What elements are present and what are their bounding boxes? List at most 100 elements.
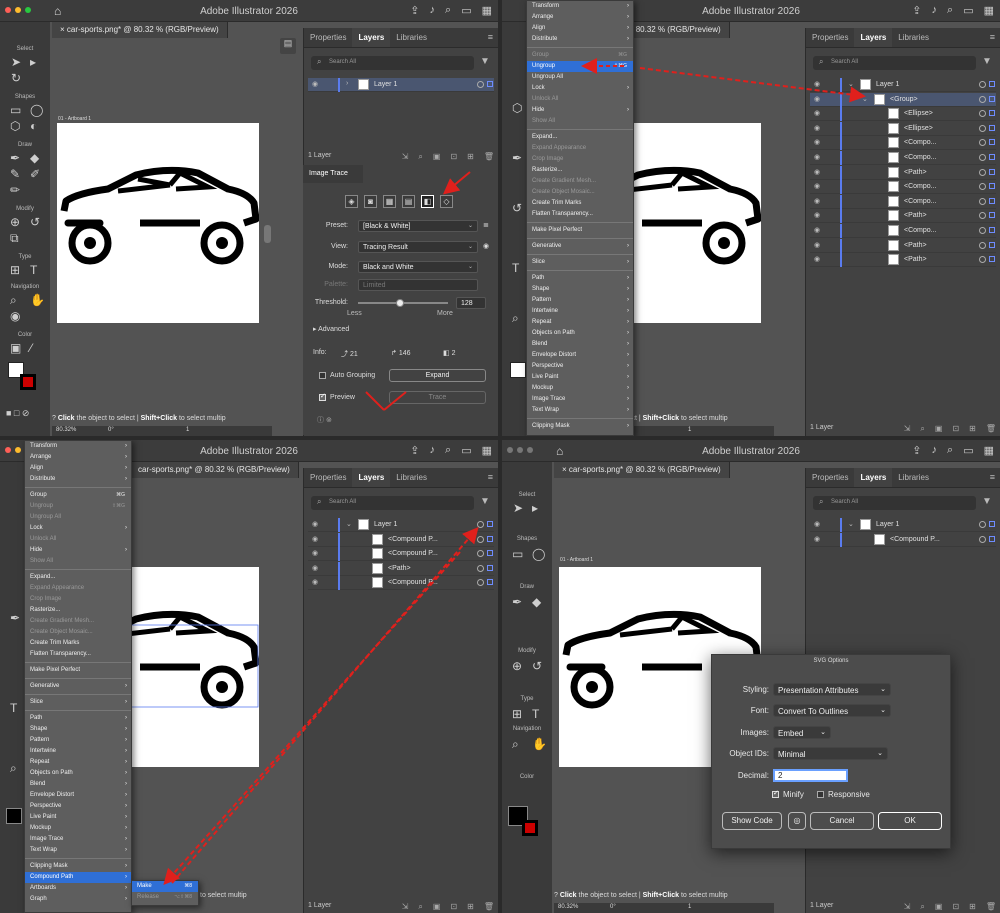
target-icon[interactable] bbox=[979, 256, 986, 264]
object-ids-dropdown[interactable]: Minimal ⌄ bbox=[773, 747, 888, 760]
chevron-down-icon[interactable]: ⌄ bbox=[862, 95, 868, 103]
brush-tool-icon[interactable]: ✐ bbox=[30, 168, 40, 180]
page-number[interactable]: 1 bbox=[186, 427, 189, 433]
eye-icon[interactable]: ◉ bbox=[814, 168, 820, 176]
grid-icon[interactable]: ▦ bbox=[984, 444, 994, 457]
sublayer-row[interactable]: ◉ <Path> bbox=[810, 165, 996, 180]
eraser-tool-icon[interactable]: ◆ bbox=[30, 152, 39, 164]
auto-color-icon[interactable]: ◈ bbox=[345, 195, 358, 208]
sublayer-row[interactable]: ◉ <Compo... bbox=[810, 151, 996, 165]
menu-item-text-wrap[interactable]: Text Wrap › bbox=[527, 405, 633, 416]
threshold-knob[interactable] bbox=[396, 299, 404, 307]
tab-close-icon[interactable]: × bbox=[562, 465, 569, 474]
eye-icon[interactable]: ◉ bbox=[312, 520, 318, 528]
target-icon[interactable] bbox=[979, 197, 986, 205]
new-layer-icon[interactable]: ⊞ bbox=[969, 424, 976, 434]
shape-builder-icon[interactable]: ⊕ bbox=[512, 660, 522, 672]
eye-icon[interactable]: ◉ bbox=[312, 578, 318, 586]
workspace-icon[interactable]: ▭ bbox=[461, 4, 471, 17]
zoom-level[interactable]: 80.32% bbox=[558, 904, 578, 910]
share-icon[interactable]: ⇪ bbox=[912, 4, 921, 17]
eye-icon[interactable]: ◉ bbox=[814, 95, 820, 103]
sublayer-row[interactable]: ◉ <Ellipse> bbox=[810, 107, 996, 122]
zoom-tool-icon[interactable]: ⌕ bbox=[512, 312, 519, 324]
menu-item-group[interactable]: Group ⌘G bbox=[25, 490, 131, 501]
menu-item-live-paint[interactable]: Live Paint › bbox=[25, 812, 131, 823]
sublayer-row[interactable]: ◉ <Compo... bbox=[810, 136, 996, 151]
touch-type-icon[interactable]: ⊞ bbox=[10, 264, 20, 276]
filter-icon[interactable]: ▼ bbox=[480, 56, 490, 67]
pen-tool-icon[interactable]: ✒ bbox=[10, 612, 20, 624]
selection-tool-icon[interactable]: ➤ bbox=[513, 502, 523, 514]
tab-layers[interactable]: Layers bbox=[854, 28, 893, 47]
fill-swatch[interactable] bbox=[510, 362, 526, 378]
tab-close-icon[interactable]: × bbox=[60, 25, 67, 34]
tab-libraries[interactable]: Libraries bbox=[390, 28, 433, 47]
pen-tool-icon[interactable]: ✒ bbox=[10, 152, 20, 164]
eye-icon[interactable]: ◉ bbox=[814, 520, 820, 528]
target-icon[interactable] bbox=[477, 81, 484, 88]
document-tab[interactable]: car-sports.png* @ 80.32 % (RGB/Preview) bbox=[130, 462, 299, 478]
target-icon[interactable] bbox=[477, 521, 484, 528]
info-icon[interactable]: ⓘ bbox=[317, 417, 324, 424]
menu-item-make-pixel-perfect[interactable]: Make Pixel Perfect bbox=[25, 665, 131, 676]
width-tool-icon[interactable]: ⧉ bbox=[10, 232, 19, 244]
menu-item-create-trim-marks[interactable]: Create Trim Marks bbox=[527, 198, 633, 209]
layers-search-input[interactable]: ⌕ Search All bbox=[813, 56, 976, 70]
stroke-swatch[interactable] bbox=[522, 820, 538, 836]
selection-indicator[interactable] bbox=[989, 139, 995, 146]
export-icon[interactable]: ⇲ bbox=[402, 902, 409, 912]
car-artwork[interactable] bbox=[57, 123, 260, 323]
color-mode-icons[interactable]: ■ □ ⊘ bbox=[6, 407, 29, 419]
grid-icon[interactable]: ▦ bbox=[984, 4, 994, 17]
menu-item-ungroup-all[interactable]: Ungroup All bbox=[527, 72, 633, 83]
menu-item-objects-on-path[interactable]: Objects on Path › bbox=[25, 768, 131, 779]
rotate-view-icon[interactable]: ◉ bbox=[10, 310, 20, 322]
responsive-checkbox[interactable] bbox=[817, 791, 824, 798]
advanced-toggle[interactable]: ▸ Advanced bbox=[313, 325, 349, 333]
chevron-right-icon[interactable]: › bbox=[346, 80, 348, 87]
fill-swatch[interactable] bbox=[6, 808, 22, 824]
menu-item-pattern[interactable]: Pattern › bbox=[527, 295, 633, 306]
layers-search-input[interactable]: ⌕ Search All bbox=[311, 56, 474, 70]
workspace-icon[interactable]: ▭ bbox=[461, 444, 471, 457]
bell-icon[interactable]: ♪ bbox=[430, 4, 436, 17]
low-color-icon[interactable]: ▦ bbox=[383, 195, 396, 208]
menu-item-arrange[interactable]: Arrange › bbox=[25, 452, 131, 463]
page-number[interactable]: 1 bbox=[688, 904, 691, 910]
menu-item-transform[interactable]: Transform › bbox=[527, 1, 633, 12]
font-dropdown[interactable]: Convert To Outlines ⌄ bbox=[773, 704, 891, 717]
menu-item-pattern[interactable]: Pattern › bbox=[25, 735, 131, 746]
eye-icon[interactable]: ◉ bbox=[814, 109, 820, 117]
menu-item-envelope-distort[interactable]: Envelope Distort › bbox=[527, 350, 633, 361]
rectangle-tool-icon[interactable]: ▭ bbox=[10, 104, 21, 116]
menu-item-hide[interactable]: Hide › bbox=[527, 105, 633, 116]
outline-icon[interactable]: ◇ bbox=[440, 195, 453, 208]
eye-icon[interactable]: ◉ bbox=[814, 80, 820, 88]
menu-item-intertwine[interactable]: Intertwine › bbox=[25, 746, 131, 757]
document-tab[interactable]: × car-sports.png* @ 80.32 % (RGB/Preview… bbox=[52, 22, 228, 38]
export-icon[interactable]: ⇲ bbox=[904, 902, 911, 912]
rotate-tool-icon[interactable]: ↺ bbox=[532, 660, 542, 672]
selection-indicator[interactable] bbox=[487, 564, 493, 571]
target-icon[interactable] bbox=[477, 535, 484, 543]
lasso-tool-icon[interactable]: ↻ bbox=[11, 72, 21, 84]
menu-item-distribute[interactable]: Distribute › bbox=[25, 474, 131, 485]
target-icon[interactable] bbox=[979, 81, 986, 88]
menu-item-blend[interactable]: Blend › bbox=[527, 339, 633, 350]
rotate-tool-icon[interactable]: ↺ bbox=[30, 216, 40, 228]
layer-row[interactable]: ◉ ⌄ Layer 1 bbox=[308, 518, 494, 532]
menu-item-make-pixel-perfect[interactable]: Make Pixel Perfect bbox=[527, 225, 633, 236]
locate-icon[interactable]: ⌕ bbox=[920, 902, 924, 912]
target-icon[interactable] bbox=[979, 521, 986, 528]
eye-icon[interactable]: ◉ bbox=[814, 197, 820, 205]
search-icon[interactable]: ⌕ bbox=[947, 4, 953, 17]
sublayer-row[interactable]: ◉ <Path> bbox=[308, 561, 494, 576]
chevron-down-icon[interactable]: ⌄ bbox=[848, 520, 854, 528]
expand-button[interactable]: Expand bbox=[389, 369, 486, 382]
eye-icon[interactable]: ◉ bbox=[814, 138, 820, 146]
menu-item-image-trace[interactable]: Image Trace › bbox=[527, 394, 633, 405]
search-icon[interactable]: ⌕ bbox=[947, 444, 953, 457]
direct-selection-tool-icon[interactable]: ▸ bbox=[30, 56, 36, 68]
hand-tool-icon[interactable]: ✋ bbox=[532, 738, 547, 750]
